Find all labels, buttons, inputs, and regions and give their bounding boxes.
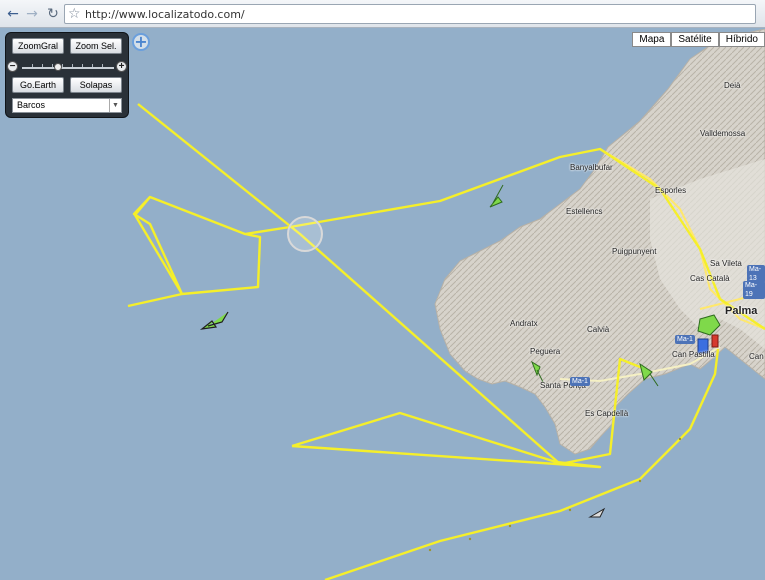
google-earth-button[interactable]: Go.Earth — [12, 77, 64, 93]
zoom-slider-knob[interactable] — [54, 63, 62, 71]
control-panel: ZoomGral Zoom Sel. − + Go.Earth Solapas … — [5, 32, 129, 118]
reload-icon[interactable]: ↻ — [44, 5, 62, 23]
place-label: Calvià — [587, 325, 610, 334]
boat-marker — [588, 507, 606, 518]
place-label: Andratx — [510, 319, 538, 328]
place-label: Peguera — [530, 347, 561, 356]
vessel-type-select-value: Barcos — [17, 100, 46, 110]
zoom-out-icon[interactable]: − — [7, 61, 18, 72]
place-label: Estellencs — [566, 207, 603, 216]
chevron-down-icon[interactable]: ▼ — [109, 99, 121, 112]
vessel-track — [132, 195, 246, 295]
map-type-mapa[interactable]: Mapa — [632, 32, 672, 47]
place-label: Palma — [725, 305, 758, 317]
forward-arrow-icon[interactable]: → — [23, 5, 41, 23]
zoom-general-button[interactable]: ZoomGral — [12, 38, 64, 54]
map-type-switcher: Mapa Satélite Híbrido — [632, 32, 765, 47]
road-shield: Ma-19 — [743, 281, 765, 299]
place-label: Can — [749, 352, 764, 361]
zoom-selected-button[interactable]: Zoom Sel. — [70, 38, 122, 54]
back-arrow-icon[interactable]: ← — [4, 5, 22, 23]
bookmark-star-icon[interactable]: ☆ — [68, 5, 81, 23]
place-label: Deià — [724, 81, 741, 90]
selection-halo — [287, 216, 323, 252]
boat-marker — [489, 184, 504, 208]
address-bar[interactable]: ☆ http://www.localizatodo.com/ — [64, 4, 756, 24]
place-label: Banyalbufar — [570, 163, 613, 172]
magnifier-plus-icon[interactable]: + — [132, 33, 150, 51]
boat-marker — [199, 311, 229, 330]
browser-toolbar: ← → ↻ ☆ http://www.localizatodo.com/ — [0, 0, 765, 28]
place-label: Sa Vileta — [710, 259, 742, 268]
overlaps-button[interactable]: Solapas — [70, 77, 122, 93]
boat-marker — [711, 334, 719, 348]
zoom-slider[interactable] — [22, 64, 114, 69]
place-label: Es Capdellà — [585, 409, 629, 418]
place-label: Can Pastilla — [672, 350, 715, 359]
vessel-type-select[interactable]: Barcos ▼ — [12, 98, 122, 113]
road-shield: Ma-1 — [570, 377, 590, 386]
map-canvas[interactable]: Palma Calvià Andratx Santa Ponça Puigpun… — [0, 29, 765, 580]
place-label: Cas Català — [690, 274, 730, 283]
road-shield: Ma-1 — [675, 335, 695, 344]
zoom-in-icon[interactable]: + — [116, 61, 127, 72]
map-type-hibrido[interactable]: Híbrido — [718, 32, 765, 47]
map-type-satelite[interactable]: Satélite — [671, 32, 719, 47]
place-label: Puigpunyent — [612, 247, 657, 256]
place-label: Esporles — [655, 186, 687, 195]
place-label: Valldemossa — [700, 129, 746, 138]
url-text[interactable]: http://www.localizatodo.com/ — [85, 8, 245, 21]
